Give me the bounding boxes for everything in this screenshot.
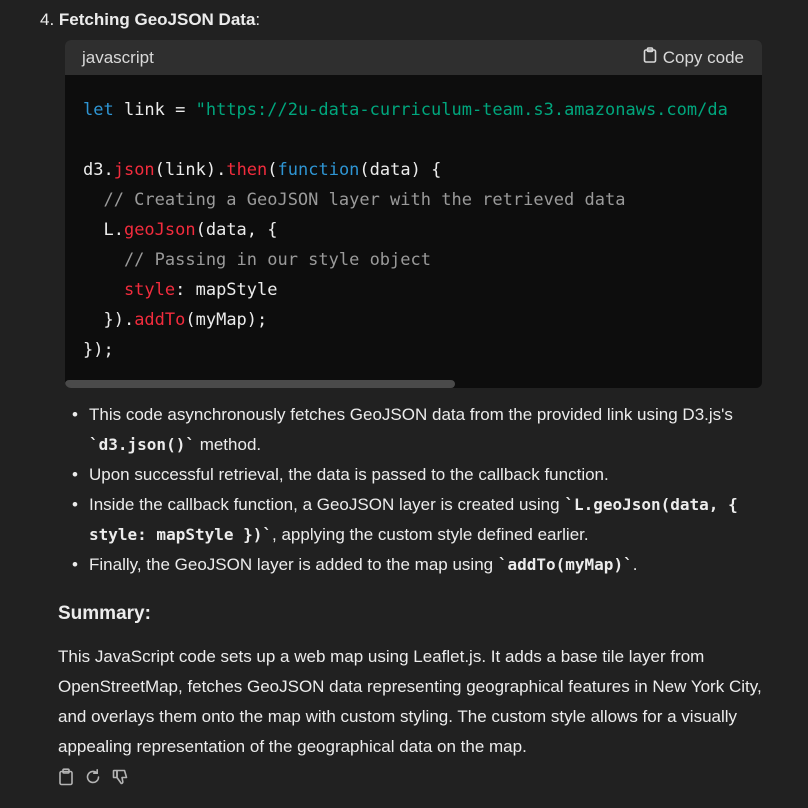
copy-code-button[interactable]: Copy code xyxy=(643,47,744,68)
bullet-text: method. xyxy=(194,435,262,454)
code-line: L.geoJson(data, { xyxy=(83,215,762,245)
code-line: style: mapStyle xyxy=(83,275,762,305)
code-token: let xyxy=(83,100,114,120)
list-item-step-4: 4. Fetching GeoJSON Data: xyxy=(40,8,260,32)
code-content[interactable]: let link = "https://2u-data-curriculum-t… xyxy=(65,75,762,365)
bullet-text: , applying the custom style defined earl… xyxy=(272,525,589,544)
code-comment: // Passing in our style object xyxy=(83,250,431,270)
summary-heading: Summary: xyxy=(58,603,151,624)
copy-code-label: Copy code xyxy=(662,47,744,67)
code-token: : mapStyle xyxy=(175,280,278,300)
code-line: }); xyxy=(83,335,762,365)
code-token: (data) { xyxy=(359,160,442,180)
code-token: geoJson xyxy=(123,220,196,240)
clipboard-icon[interactable] xyxy=(58,768,74,786)
code-line: }).addTo(myMap); xyxy=(83,305,762,335)
explanation-list: This code asynchronously fetches GeoJSON… xyxy=(58,400,778,580)
code-token: }); xyxy=(83,340,114,360)
code-token: (link). xyxy=(154,160,227,180)
list-item: Finally, the GeoJSON layer is added to t… xyxy=(58,550,778,580)
code-language-label: javascript xyxy=(82,47,154,67)
bullet-text: Finally, the GeoJSON layer is added to t… xyxy=(89,555,498,574)
code-token: }). xyxy=(83,310,135,330)
bullet-text: Inside the callback function, a GeoJSON … xyxy=(89,495,565,514)
code-line: let link = "https://2u-data-curriculum-t… xyxy=(83,95,762,125)
bullet-text: . xyxy=(632,555,638,574)
code-token: addTo xyxy=(134,310,186,330)
inline-code: `d3.json()` xyxy=(89,435,195,454)
step-number: 4. xyxy=(40,10,55,29)
code-token: then xyxy=(226,160,268,180)
thumbs-down-icon[interactable] xyxy=(112,768,130,786)
list-item: Inside the callback function, a GeoJSON … xyxy=(58,490,778,550)
step-title: Fetching GeoJSON Data xyxy=(58,10,256,29)
code-token: function xyxy=(277,160,360,180)
code-token: "https://2u-data-curriculum-team.s3.amaz… xyxy=(195,100,728,120)
regenerate-icon[interactable] xyxy=(84,768,102,786)
list-item: Upon successful retrieval, the data is p… xyxy=(58,460,778,490)
code-token: link = xyxy=(113,100,196,120)
code-token: style xyxy=(83,280,176,300)
clipboard-icon xyxy=(643,47,657,68)
code-header: javascript Copy code xyxy=(65,40,762,75)
list-item: This code asynchronously fetches GeoJSON… xyxy=(58,400,778,460)
summary-paragraph: This JavaScript code sets up a web map u… xyxy=(58,647,762,756)
bullet-text: This code asynchronously fetches GeoJSON… xyxy=(89,405,733,424)
code-token: ( xyxy=(267,160,278,180)
code-line: // Passing in our style object xyxy=(83,245,762,275)
code-line: // Creating a GeoJSON layer with the ret… xyxy=(83,185,762,215)
code-token: (data, { xyxy=(195,220,278,240)
inline-code: `addTo(myMap)` xyxy=(497,555,633,574)
code-comment: // Creating a GeoJSON layer with the ret… xyxy=(83,190,626,210)
code-token: L. xyxy=(83,220,124,240)
horizontal-scrollbar[interactable] xyxy=(65,380,455,388)
code-token: (myMap); xyxy=(185,310,268,330)
bullet-text: Upon successful retrieval, the data is p… xyxy=(89,465,609,484)
message-actions xyxy=(58,768,130,786)
code-token: d3. xyxy=(83,160,114,180)
code-line: d3.json(link).then(function(data) { xyxy=(83,155,762,185)
step-colon: : xyxy=(255,10,261,29)
code-block: javascript Copy code let link = "https:/… xyxy=(65,40,762,388)
code-token: json xyxy=(113,160,155,180)
